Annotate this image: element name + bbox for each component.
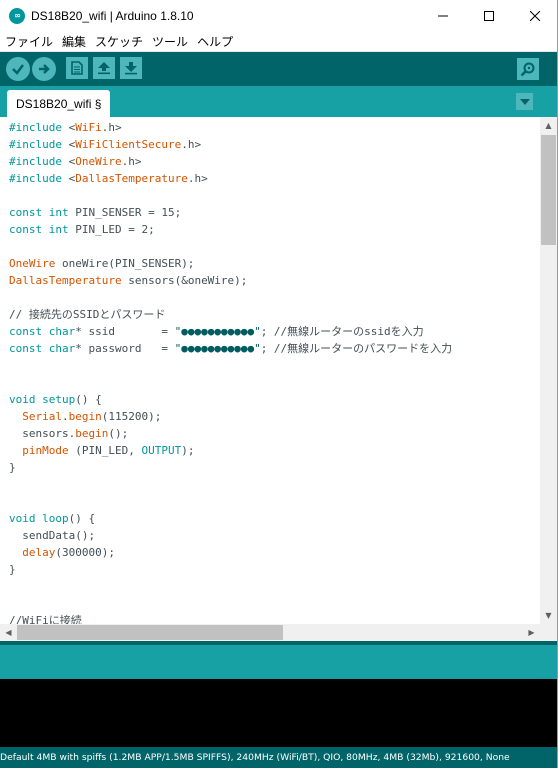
upload-icon[interactable]	[32, 57, 56, 81]
serial-monitor-icon[interactable]	[517, 58, 539, 80]
vertical-scroll-thumb[interactable]	[540, 134, 557, 246]
verify-icon[interactable]	[6, 57, 30, 81]
scroll-left-icon[interactable]: ◀	[0, 624, 17, 641]
tab-label: DS18B20_wifi §	[16, 96, 102, 111]
close-icon[interactable]	[512, 0, 558, 32]
tab-bar: DS18B20_wifi §	[0, 86, 558, 117]
code-line-27: }	[9, 563, 16, 576]
code-line-20: pinMode (PIN_LED, OUTPUT);	[22, 444, 195, 457]
tab-ds18b20-wifi[interactable]: DS18B20_wifi §	[7, 90, 111, 117]
menu-edit[interactable]: 編集	[57, 33, 90, 51]
code-line-7: const int PIN_LED = 2;	[9, 223, 155, 236]
new-icon[interactable]	[66, 57, 88, 79]
code-line-17: void setup() {	[9, 393, 102, 406]
board-status: Default 4MB with spiffs (1.2MB APP/1.5MB…	[0, 747, 558, 768]
vertical-scrollbar[interactable]: ▲ ▼	[540, 117, 557, 624]
horizontal-scroll-thumb[interactable]	[17, 625, 283, 640]
menu-help[interactable]: ヘルプ	[192, 33, 237, 51]
code-line-13: const char* ssid = "●●●●●●●●●●●"; //無線ルー…	[9, 325, 424, 338]
code-line-6: const int PIN_SENSER = 15;	[9, 206, 182, 219]
code-line-26: delay(300000);	[22, 546, 115, 559]
scroll-right-icon[interactable]: ▶	[523, 624, 540, 641]
console-output[interactable]	[0, 679, 558, 747]
code-line-14: const char* password = "●●●●●●●●●●●"; //…	[9, 342, 453, 355]
code-line-1: #include <WiFi.h>	[9, 121, 122, 134]
code-line-19: sensors.begin();	[9, 427, 129, 440]
scroll-down-icon[interactable]: ▼	[540, 607, 557, 624]
menu-sketch[interactable]: スケッチ	[90, 33, 147, 51]
code-line-24: void loop() {	[9, 512, 96, 525]
open-icon[interactable]	[93, 57, 115, 79]
arduino-logo-icon: ∞	[9, 8, 25, 24]
toolbar	[0, 52, 558, 86]
code-editor[interactable]: #include <WiFi.h> #include <WiFiClientSe…	[0, 117, 540, 624]
code-line-30: //WiFiに接続	[9, 614, 82, 624]
code-line-21: }	[9, 461, 16, 474]
title-bar: ∞ DS18B20_wifi | Arduino 1.8.10	[0, 0, 558, 32]
menu-tools[interactable]: ツール	[147, 33, 192, 51]
code-line-12: // 接続先のSSIDとパスワード	[9, 308, 166, 321]
menu-file[interactable]: ファイル	[0, 33, 57, 51]
code-line-3: #include <OneWire.h>	[9, 155, 142, 168]
message-bar	[0, 641, 558, 679]
code-line-2: #include <WiFiClientSecure.h>	[9, 138, 202, 151]
scroll-corner	[540, 624, 557, 641]
window-controls	[420, 0, 558, 32]
code-line-4: #include <DallasTemperature.h>	[9, 172, 208, 185]
code-line-25: sendData();	[9, 529, 96, 542]
code-line-10: DallasTemperature sensors(&oneWire);	[9, 274, 248, 287]
scroll-up-icon[interactable]: ▲	[540, 117, 557, 134]
window-title: DS18B20_wifi | Arduino 1.8.10	[31, 9, 194, 23]
code-line-18: Serial.begin(115200);	[22, 410, 162, 423]
maximize-icon[interactable]	[466, 0, 512, 32]
save-icon[interactable]	[120, 57, 142, 79]
code-line-9: OneWire oneWire(PIN_SENSER);	[9, 257, 195, 270]
horizontal-scrollbar[interactable]: ◀ ▶	[0, 624, 540, 641]
tab-menu-icon[interactable]	[516, 93, 533, 110]
minimize-icon[interactable]	[420, 0, 466, 32]
menu-bar: ファイル 編集 スケッチ ツール ヘルプ	[0, 32, 558, 52]
